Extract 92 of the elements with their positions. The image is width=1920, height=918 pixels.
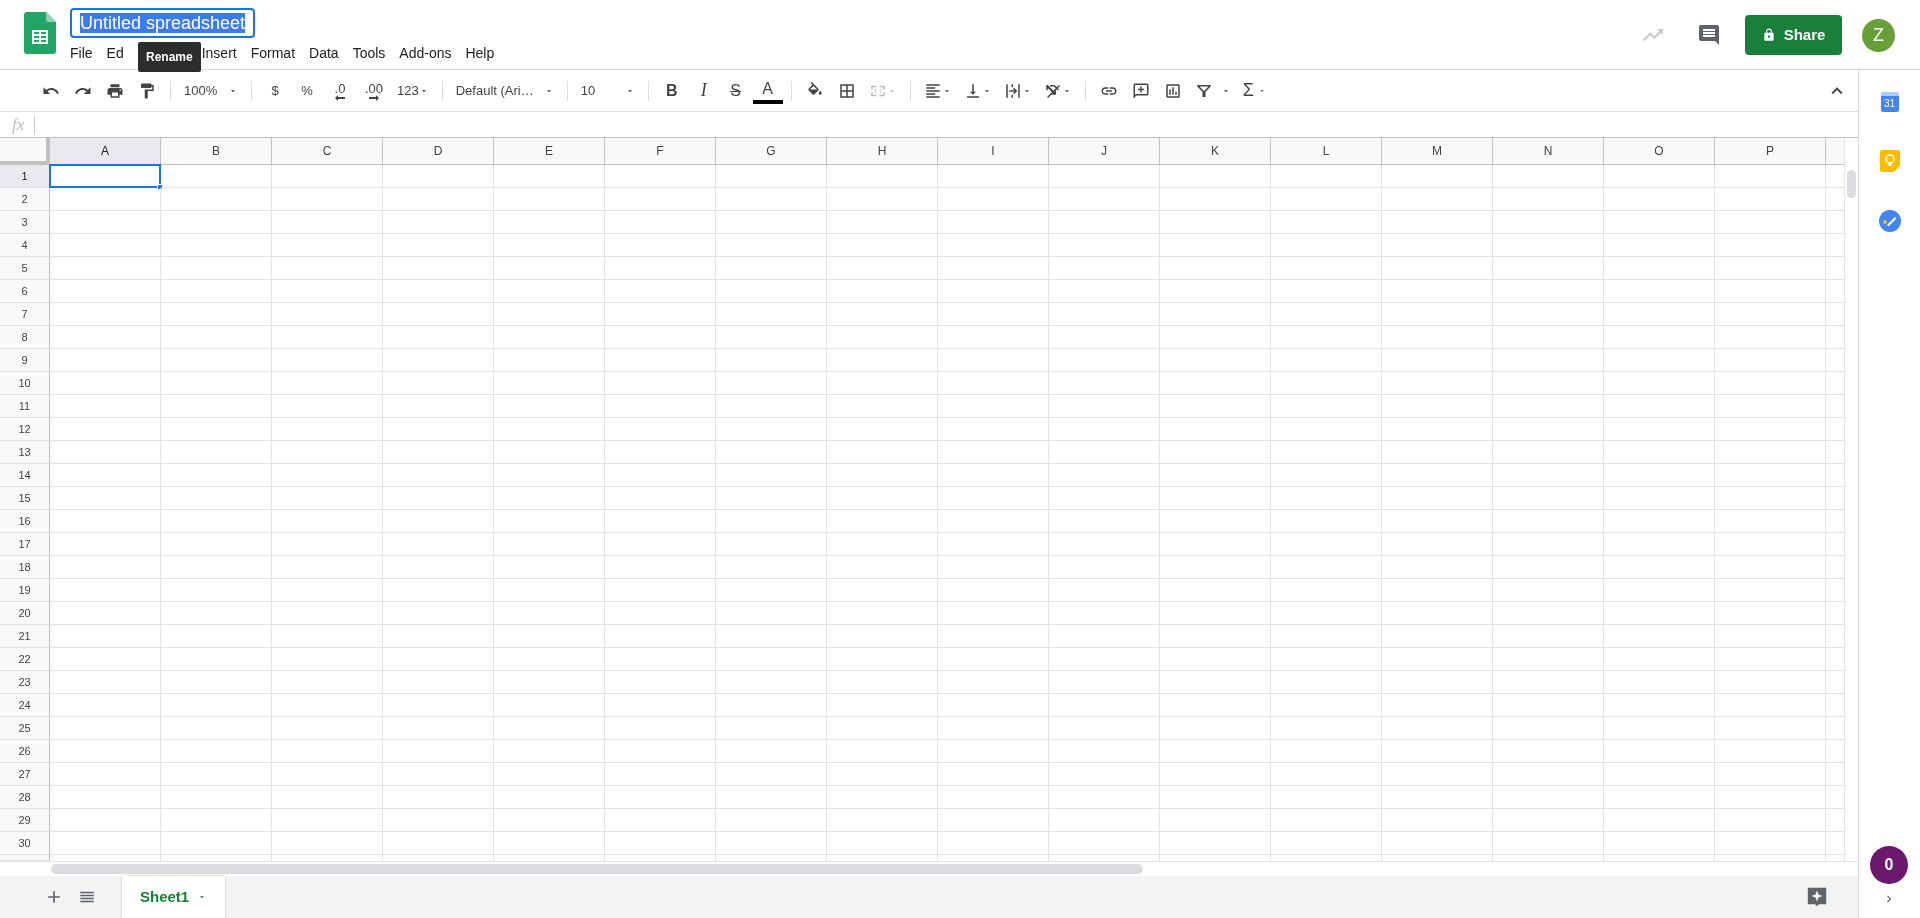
row-header[interactable]: 12 (0, 418, 50, 441)
comment-icon[interactable] (1697, 23, 1721, 47)
align-left-icon (923, 81, 942, 100)
notification-badge[interactable]: 0 (1870, 846, 1908, 884)
row-header[interactable]: 13 (0, 441, 50, 464)
zoom-dropdown[interactable]: 100% (179, 76, 243, 105)
column-header[interactable]: L (1271, 138, 1382, 165)
borders-grid-icon[interactable] (837, 81, 856, 100)
row-header[interactable]: 26 (0, 740, 50, 763)
lock-icon (1761, 27, 1776, 43)
checkmark-circle-icon[interactable] (1878, 210, 1901, 232)
menu-item[interactable]: Data (303, 41, 345, 66)
column-header[interactable]: J (1049, 138, 1160, 165)
font-dropdown[interactable]: Default (Ari… (450, 76, 559, 105)
print-icon[interactable] (106, 81, 124, 100)
calendar-icon[interactable]: 31 (1880, 92, 1899, 112)
row-header[interactable]: 3 (0, 211, 50, 234)
row-header[interactable]: 14 (0, 464, 50, 487)
column-header[interactable]: P (1715, 138, 1826, 165)
wrap-text-icon (1003, 81, 1022, 100)
formula-label: fx (0, 115, 36, 134)
chart-icon[interactable] (1163, 81, 1182, 100)
row-header[interactable]: 2 (0, 188, 50, 211)
row-header[interactable]: 5 (0, 257, 50, 280)
italic-button[interactable]: I (688, 76, 719, 105)
bold-button[interactable]: B (656, 76, 687, 105)
column-header[interactable]: O (1604, 138, 1715, 165)
increase-decimals-button[interactable]: .00 (358, 76, 390, 105)
column-header[interactable]: H (827, 138, 938, 165)
column-header[interactable]: F (605, 138, 716, 165)
row-header[interactable]: 9 (0, 349, 50, 372)
row-header[interactable]: 8 (0, 326, 50, 349)
row-header[interactable]: 27 (0, 763, 50, 786)
currency-format-button[interactable]: $ (260, 76, 290, 105)
column-header[interactable]: C (272, 138, 383, 165)
column-header[interactable]: M (1382, 138, 1493, 165)
functions-dropdown[interactable]: Σ (1237, 76, 1271, 105)
column-header[interactable]: D (383, 138, 494, 165)
horizontal-scrollbar[interactable] (51, 864, 1143, 874)
share-button[interactable]: Share (1745, 15, 1842, 55)
sheet-tab[interactable]: Sheet1 (122, 876, 226, 918)
row-header[interactable]: 28 (0, 786, 50, 809)
left-arrow-icon (335, 95, 345, 101)
menu-item[interactable]: Tools (346, 41, 392, 66)
row-header[interactable]: 29 (0, 809, 50, 832)
row-header[interactable]: 10 (0, 372, 50, 395)
column-header[interactable]: K (1160, 138, 1271, 165)
row-header[interactable]: 15 (0, 487, 50, 510)
menu-item[interactable]: Add-ons (393, 41, 458, 66)
column-header[interactable]: B (161, 138, 272, 165)
text-color-button[interactable]: A (752, 77, 783, 104)
menu-item[interactable]: Format (244, 41, 302, 66)
row-header[interactable]: 19 (0, 579, 50, 602)
row-header[interactable] (0, 855, 50, 861)
row-header[interactable]: 17 (0, 533, 50, 556)
add-comment-icon[interactable] (1131, 81, 1150, 100)
column-header[interactable]: E (494, 138, 605, 165)
column-header[interactable] (1826, 138, 1844, 165)
row-header[interactable]: 22 (0, 648, 50, 671)
tooltip: Rename (138, 42, 201, 72)
spreadsheet-logo-icon[interactable] (24, 12, 56, 54)
column-header[interactable]: G (716, 138, 827, 165)
menu-item[interactable]: File (64, 41, 99, 66)
column-header[interactable]: N (1493, 138, 1604, 165)
row-header[interactable]: 30 (0, 832, 50, 855)
row-header[interactable]: 25 (0, 717, 50, 740)
percent-format-button[interactable]: % (292, 76, 322, 105)
row-header[interactable]: 7 (0, 303, 50, 326)
strikethrough-button[interactable]: S (720, 76, 751, 105)
row-header[interactable]: 6 (0, 280, 50, 303)
vertical-scrollbar[interactable] (1844, 138, 1858, 861)
column-header[interactable]: A (50, 138, 161, 165)
row-header[interactable]: 1 (0, 165, 50, 188)
row-header[interactable]: 23 (0, 671, 50, 694)
row-header[interactable]: 21 (0, 625, 50, 648)
lightbulb-icon[interactable] (1879, 150, 1900, 172)
column-header[interactable]: I (938, 138, 1049, 165)
menu-item[interactable]: Help (459, 41, 501, 66)
font-size-dropdown[interactable]: 10 (575, 76, 640, 105)
row-header[interactable]: 16 (0, 510, 50, 533)
row-header[interactable]: 20 (0, 602, 50, 625)
row-header[interactable]: 11 (0, 395, 50, 418)
number-format-dropdown[interactable]: 123 (392, 76, 434, 105)
row-header[interactable]: 24 (0, 694, 50, 717)
row-header[interactable]: 18 (0, 556, 50, 579)
title-field[interactable]: Untitled spreadsheet (70, 8, 256, 38)
row-header[interactable]: 4 (0, 234, 50, 257)
decrease-decimals-button[interactable]: .0 (324, 76, 356, 105)
selected-cell[interactable] (49, 164, 161, 188)
right-arrow-icon (369, 95, 379, 101)
paint-roller-icon[interactable] (138, 81, 156, 100)
select-all-corner[interactable] (0, 138, 50, 165)
